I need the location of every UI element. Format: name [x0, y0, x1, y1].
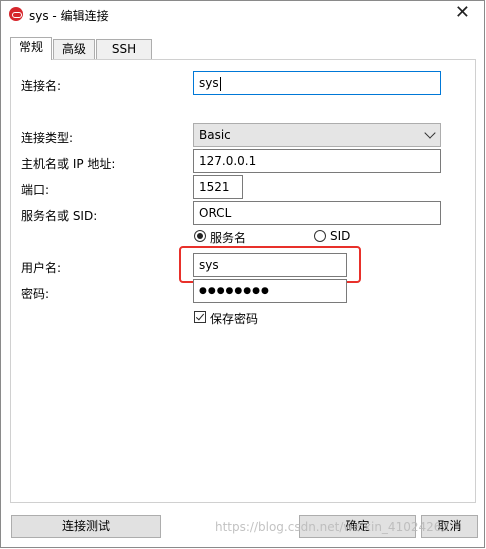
- port-label: 端口:: [21, 183, 50, 197]
- service-input[interactable]: ORCL: [193, 201, 441, 225]
- title-bar: sys - 编辑连接 ✕: [1, 1, 484, 29]
- radio-service-name[interactable]: [194, 230, 206, 242]
- connection-type-label: 连接类型:: [21, 131, 74, 145]
- chevron-down-icon: [424, 127, 436, 139]
- dialog-window: sys - 编辑连接 ✕ 常规 高级 SSH 连接名: sys 连接类型: Ba…: [0, 0, 485, 548]
- connection-name-input[interactable]: sys: [193, 71, 441, 95]
- host-label: 主机名或 IP 地址:: [21, 157, 116, 171]
- port-input[interactable]: 1521: [193, 175, 243, 199]
- connection-name-value: sys: [199, 76, 219, 90]
- radio-sid-label: SID: [330, 229, 351, 243]
- connection-type-select[interactable]: Basic: [193, 123, 441, 147]
- tab-ssh[interactable]: SSH: [96, 39, 152, 59]
- text-caret: [219, 76, 221, 91]
- password-input[interactable]: ●●●●●●●●: [193, 279, 347, 303]
- save-password-checkbox[interactable]: [194, 311, 206, 323]
- tab-advanced[interactable]: 高级: [53, 39, 95, 59]
- host-input[interactable]: 127.0.0.1: [193, 149, 441, 173]
- save-password-label: 保存密码: [210, 312, 259, 326]
- close-icon[interactable]: ✕: [455, 4, 470, 22]
- connection-name-label: 连接名:: [21, 79, 62, 93]
- window-title: sys - 编辑连接: [29, 9, 109, 23]
- password-label: 密码:: [21, 287, 50, 301]
- service-label: 服务名或 SID:: [21, 209, 98, 223]
- radio-sid[interactable]: [314, 230, 326, 242]
- highlight-annotation: [179, 246, 361, 283]
- username-label: 用户名:: [21, 261, 62, 275]
- oracle-icon: [9, 7, 23, 21]
- tab-general[interactable]: 常规: [10, 37, 52, 60]
- connection-type-value: Basic: [199, 128, 231, 142]
- test-connection-button[interactable]: 连接测试: [11, 515, 161, 538]
- radio-service-name-label: 服务名: [210, 231, 247, 245]
- watermark-text: https://blog.csdn.net/weixin_41024263: [215, 520, 450, 534]
